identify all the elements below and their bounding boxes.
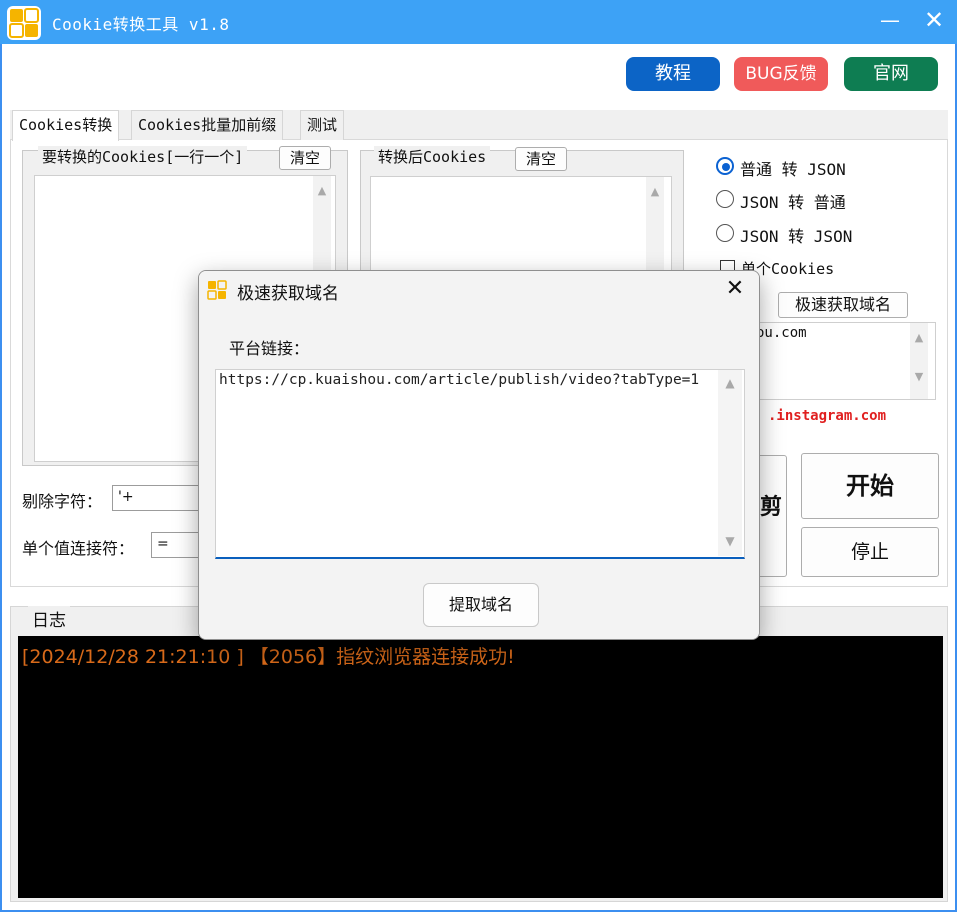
input-cookies-label: 要转换的Cookies[一行一个] [38, 146, 248, 167]
dialog-close-button[interactable]: ✕ [719, 273, 751, 305]
tab-cookies-prefix[interactable]: Cookies批量加前缀 [131, 110, 284, 140]
log-line: [2024/12/28 21:21:10 ] 【2056】指纹浏览器连接成功! [22, 646, 515, 668]
domain-textarea-text: ou.com [756, 325, 807, 341]
scroll-up-arrow-icon[interactable]: ▲ [910, 331, 928, 344]
radio-normal-to-json[interactable] [716, 157, 734, 175]
strip-chars-label: 剔除字符： [22, 492, 103, 511]
url-scrollbar[interactable]: ▲ ▼ [718, 370, 742, 556]
tutorial-button[interactable]: 教程 [626, 57, 720, 91]
radio-json-to-normal[interactable] [716, 190, 734, 208]
joiner-label: 单个值连接符： [22, 539, 135, 558]
log-output[interactable] [18, 636, 943, 898]
clear-output-button[interactable]: 清空 [515, 147, 567, 171]
minimize-button[interactable]: — [877, 8, 903, 34]
radio-json-to-json-label: JSON 转 JSON [740, 227, 853, 246]
scroll-up-arrow-icon[interactable]: ▲ [721, 376, 739, 390]
website-button[interactable]: 官网 [844, 57, 938, 91]
clear-input-button[interactable]: 清空 [279, 146, 331, 170]
app-logo-icon [7, 6, 41, 40]
start-button[interactable]: 开始 [801, 453, 939, 519]
bug-report-button[interactable]: BUG反馈 [734, 57, 828, 91]
scroll-down-arrow-icon[interactable]: ▼ [910, 370, 928, 383]
scroll-down-arrow-icon[interactable]: ▼ [721, 534, 739, 548]
extract-domain-button[interactable]: 提取域名 [423, 583, 539, 627]
window-title: Cookie转换工具 v1.8 [52, 15, 230, 34]
domain-scrollbar[interactable]: ▲ ▼ [910, 323, 928, 399]
close-window-button[interactable]: ✕ [920, 6, 948, 34]
fast-domain-dialog: 极速获取域名 ✕ 平台链接： https://cp.kuaishou.com/a… [198, 270, 760, 640]
output-cookies-label: 转换后Cookies [374, 146, 491, 167]
radio-json-to-json[interactable] [716, 224, 734, 242]
dialog-title: 极速获取域名 [237, 284, 339, 304]
domain-hint: .instagram.com [768, 408, 887, 424]
scroll-up-arrow-icon[interactable]: ▲ [646, 185, 664, 198]
platform-url-textarea[interactable]: https://cp.kuaishou.com/article/publish/… [215, 369, 745, 559]
scroll-up-arrow-icon[interactable]: ▲ [313, 184, 331, 197]
platform-url-label: 平台链接： [229, 339, 310, 358]
radio-json-to-normal-label: JSON 转 普通 [740, 193, 846, 212]
radio-normal-to-json-label: 普通 转 JSON [740, 160, 846, 179]
stop-button[interactable]: 停止 [801, 527, 939, 577]
dialog-app-icon [207, 280, 227, 300]
fast-domain-button[interactable]: 极速获取域名 [778, 292, 908, 318]
log-label: 日志 [28, 606, 70, 631]
tab-cookies-convert[interactable]: Cookies转换 [12, 110, 120, 141]
tab-test[interactable]: 测试 [300, 110, 345, 140]
platform-url-value: https://cp.kuaishou.com/article/publish/… [219, 372, 700, 388]
